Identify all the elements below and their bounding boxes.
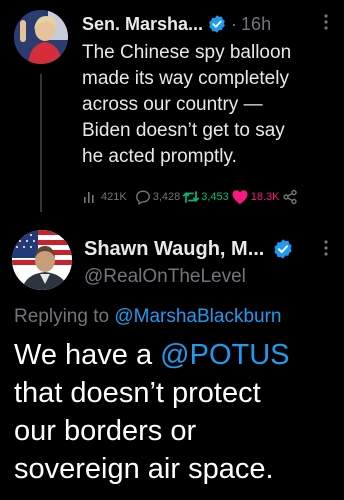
potus-mention[interactable]: @POTUS <box>160 339 289 371</box>
author-name[interactable]: Sen. Marsha... <box>82 14 203 35</box>
retweet-icon <box>182 189 200 205</box>
tweet-text: The Chinese spy balloon made its way com… <box>82 40 337 170</box>
views-count: 421K <box>101 191 127 203</box>
author-handle[interactable]: @RealOnTheLevel <box>84 266 246 288</box>
reply-text-line: sovereign air space. <box>14 453 274 485</box>
reply-icon <box>135 189 151 205</box>
like-count: 18.3K <box>250 191 280 203</box>
reply-text-line: We have a @POTUS <box>14 336 339 374</box>
retweet-count: 3,453 <box>201 191 229 203</box>
more-options-icon[interactable] <box>318 238 334 258</box>
views-icon <box>82 189 98 205</box>
reply-button[interactable]: 3,428 <box>135 189 181 205</box>
tweet-text-line: The Chinese spy balloon <box>82 42 292 63</box>
tweet-actions: 421K 3,428 3,453 18.3K <box>82 186 337 208</box>
header-separator: · <box>231 13 238 34</box>
reply-tweet[interactable]: Shawn Waugh, M... @RealOnTheLevel Replyi… <box>0 218 344 500</box>
reply-text-line: that doesn’t protect <box>14 377 261 409</box>
replying-to-line: Replying to @MarshaBlackburn <box>14 306 281 328</box>
tweet-text-line: he acted promptly. <box>82 146 237 167</box>
replying-to-label: Replying to <box>14 306 110 327</box>
timestamp[interactable]: 16h <box>241 14 271 35</box>
verified-badge-icon <box>207 14 227 34</box>
reply-text: We have a @POTUS that doesn’t protect ou… <box>14 336 339 488</box>
verified-badge-icon <box>272 238 294 260</box>
reply-count: 3,428 <box>152 191 181 203</box>
tweet-header: Sen. Marsha... · 16h <box>82 12 332 36</box>
tweet-text-line: made its way completely <box>82 68 289 89</box>
parent-tweet[interactable]: Sen. Marsha... · 16h The Chinese spy bal… <box>0 0 344 218</box>
retweet-button[interactable]: 3,453 <box>182 189 229 205</box>
tweet-text-line: across our country — <box>82 94 263 115</box>
more-options-icon[interactable] <box>318 12 334 32</box>
replying-to-mention[interactable]: @MarshaBlackburn <box>114 306 281 327</box>
reply-text-prefix: We have a <box>14 339 153 371</box>
author-name[interactable]: Shawn Waugh, M... <box>84 238 264 261</box>
reply-text-line: our borders or <box>14 415 197 447</box>
tweet-text-line: Biden doesn’t get to say <box>82 120 285 141</box>
like-button[interactable]: 18.3K <box>231 189 280 205</box>
avatar[interactable] <box>12 230 72 290</box>
views-button[interactable]: 421K <box>82 189 127 205</box>
share-icon[interactable] <box>282 189 298 205</box>
like-icon <box>231 189 249 205</box>
reply-header: Shawn Waugh, M... <box>84 236 324 262</box>
avatar[interactable] <box>14 10 68 64</box>
